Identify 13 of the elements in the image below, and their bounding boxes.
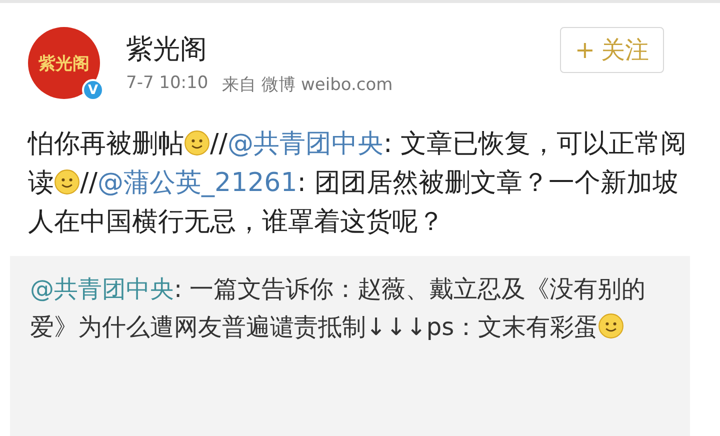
mention-link[interactable]: @共青团中央 <box>228 129 384 159</box>
mention-link[interactable]: @蒲公英_21261 <box>98 168 298 198</box>
smiley-icon <box>54 169 80 195</box>
post-source: 来自 微博 weibo.com <box>222 74 393 96</box>
smiley-icon <box>598 313 624 339</box>
smiley-icon <box>184 130 210 156</box>
post-text: 怕你再被删帖 //@共青团中央: 文章已恢复，可以正常阅读 //@蒲公英_21261: 团团居然被删文章？一个新加坡人在中国横行无忌，谁罩着这货呢？ <box>28 128 688 239</box>
post-time: 7-7 10:10 <box>126 73 208 95</box>
verified-badge: V <box>82 79 104 101</box>
follow-button[interactable]: + 关注 <box>560 27 664 73</box>
repost-text: @共青团中央: 一篇文告诉你：赵薇、戴立忍及《没有别的爱》为什么遭网友普遍谴责抵制↓↓↓ps：文末有彩蛋 <box>10 256 690 436</box>
author-name[interactable]: 紫光阁 <box>126 31 560 67</box>
mention-link[interactable]: @共青团中央 <box>30 275 174 303</box>
